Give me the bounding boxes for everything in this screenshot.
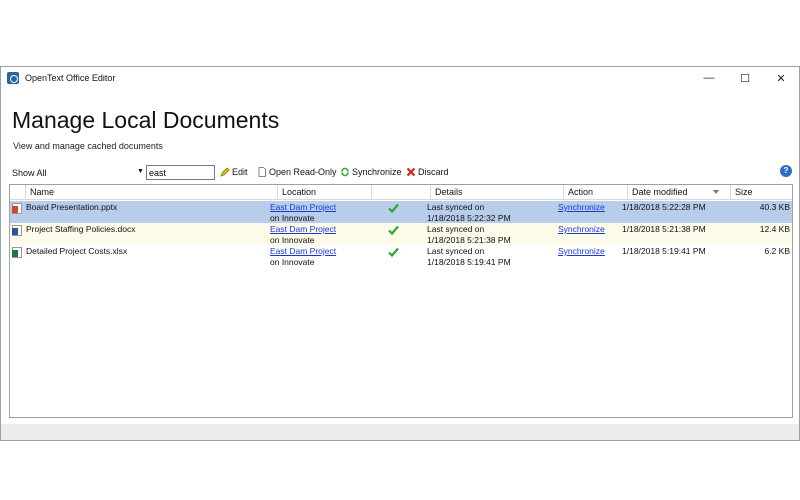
- synchronize-link[interactable]: Synchronize: [558, 224, 605, 235]
- opentext-app-icon: [7, 72, 19, 84]
- file-size: 12.4 KB: [759, 224, 790, 234]
- powerpoint-file-icon: [12, 203, 22, 214]
- location-link[interactable]: East Dam Project: [270, 246, 336, 256]
- synced-check-icon: [388, 203, 399, 214]
- details-line1: Last synced on: [427, 246, 485, 256]
- title-bar[interactable]: OpenText Office Editor — ☐ ✕: [1, 67, 799, 89]
- location-cell: East Dam Project on Innovate: [270, 224, 336, 246]
- red-x-icon: [406, 167, 416, 177]
- filter-dropdown[interactable]: Show All: [12, 168, 47, 178]
- word-file-icon: [12, 225, 22, 236]
- column-header-status[interactable]: [372, 185, 431, 199]
- window-title: OpenText Office Editor: [25, 73, 116, 83]
- column-header-size[interactable]: Size: [731, 185, 792, 199]
- file-name: Detailed Project Costs.xlsx: [26, 246, 128, 256]
- details-line2: 1/18/2018 5:19:41 PM: [427, 257, 511, 267]
- file-size: 6.2 KB: [764, 246, 790, 256]
- minimize-button[interactable]: —: [691, 67, 727, 89]
- date-modified: 1/18/2018 5:19:41 PM: [622, 246, 706, 256]
- column-header-action[interactable]: Action: [564, 185, 628, 199]
- details-cell: Last synced on 1/18/2018 5:22:32 PM: [427, 202, 511, 224]
- synchronize-button[interactable]: Synchronize: [340, 167, 402, 177]
- pencil-icon: [220, 167, 230, 177]
- file-size: 40.3 KB: [759, 202, 790, 212]
- discard-label: Discard: [418, 167, 449, 177]
- column-header-name[interactable]: Name: [26, 185, 278, 199]
- column-header-details[interactable]: Details: [431, 185, 564, 199]
- synchronize-link[interactable]: Synchronize: [558, 246, 605, 257]
- page-subtitle: View and manage cached documents: [13, 141, 163, 151]
- toolbar: Show All ▼ Edit Open Read-Only Synchroni…: [1, 165, 799, 181]
- synced-check-icon: [388, 247, 399, 258]
- location-link[interactable]: East Dam Project: [270, 224, 336, 234]
- table-row[interactable]: Detailed Project Costs.xlsx East Dam Pro…: [10, 245, 792, 267]
- header-divider: [10, 199, 792, 200]
- location-cell: East Dam Project on Innovate: [270, 202, 336, 224]
- details-cell: Last synced on 1/18/2018 5:19:41 PM: [427, 246, 511, 268]
- file-name: Board Presentation.pptx: [26, 202, 118, 212]
- details-cell: Last synced on 1/18/2018 5:21:38 PM: [427, 224, 511, 246]
- location-cell: East Dam Project on Innovate: [270, 246, 336, 268]
- table-row[interactable]: Board Presentation.pptx East Dam Project…: [10, 201, 792, 223]
- window-controls: — ☐ ✕: [691, 67, 799, 89]
- app-window: OpenText Office Editor — ☐ ✕ Manage Loca…: [0, 66, 800, 441]
- synced-check-icon: [388, 225, 399, 236]
- open-read-only-button[interactable]: Open Read-Only: [257, 167, 337, 177]
- details-line2: 1/18/2018 5:22:32 PM: [427, 213, 511, 223]
- excel-file-icon: [12, 247, 22, 258]
- details-line1: Last synced on: [427, 202, 485, 212]
- discard-button[interactable]: Discard: [406, 167, 449, 177]
- documents-grid: Name Location Details Action Date modifi…: [9, 184, 793, 418]
- column-header-location[interactable]: Location: [278, 185, 372, 199]
- details-line2: 1/18/2018 5:21:38 PM: [427, 235, 511, 245]
- chevron-down-icon[interactable]: ▼: [137, 168, 144, 175]
- table-row[interactable]: Project Staffing Policies.docx East Dam …: [10, 223, 792, 245]
- edit-button[interactable]: Edit: [220, 167, 248, 177]
- maximize-button[interactable]: ☐: [727, 67, 763, 89]
- file-name: Project Staffing Policies.docx: [26, 224, 136, 234]
- synchronize-label: Synchronize: [352, 167, 402, 177]
- synchronize-link[interactable]: Synchronize: [558, 202, 605, 213]
- location-link[interactable]: East Dam Project: [270, 202, 336, 212]
- column-header-icon[interactable]: [10, 185, 26, 199]
- location-sub: on Innovate: [270, 257, 315, 267]
- location-sub: on Innovate: [270, 235, 315, 245]
- page-title: Manage Local Documents: [12, 107, 280, 133]
- document-icon: [258, 167, 266, 177]
- search-input[interactable]: [146, 165, 215, 180]
- location-sub: on Innovate: [270, 213, 315, 223]
- status-bar: [1, 424, 799, 440]
- sort-descending-icon: [713, 190, 719, 194]
- help-icon[interactable]: ?: [780, 165, 792, 177]
- details-line1: Last synced on: [427, 224, 485, 234]
- date-modified: 1/18/2018 5:21:38 PM: [622, 224, 706, 234]
- sync-icon: [341, 167, 349, 177]
- date-modified: 1/18/2018 5:22:28 PM: [622, 202, 706, 212]
- close-button[interactable]: ✕: [763, 67, 799, 89]
- open-read-only-label: Open Read-Only: [269, 167, 337, 177]
- edit-label: Edit: [232, 167, 248, 177]
